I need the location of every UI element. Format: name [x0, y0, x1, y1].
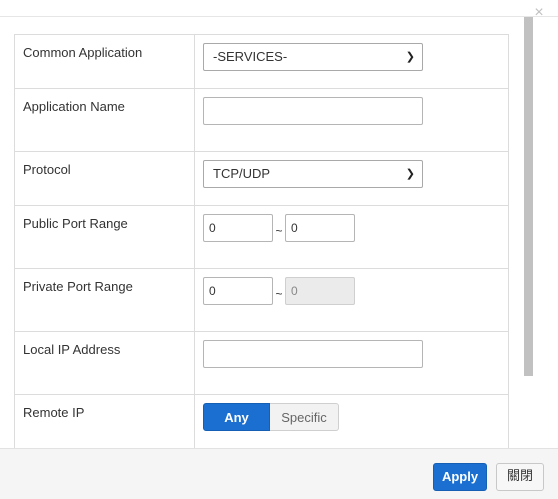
common-application-value: -SERVICES- — [213, 49, 288, 64]
protocol-value: TCP/UDP — [213, 166, 271, 181]
protocol-select[interactable]: TCP/UDP ❯ — [203, 160, 423, 188]
protocol-label: Protocol — [14, 151, 195, 206]
application-name-input[interactable] — [203, 97, 423, 125]
row-public-port-range: Public Port Range ~ — [14, 205, 509, 269]
row-local-ip: Local IP Address — [14, 331, 509, 395]
public-port-from-input[interactable] — [203, 214, 273, 242]
public-port-to-input[interactable] — [285, 214, 355, 242]
common-application-select[interactable]: -SERVICES- ❯ — [203, 43, 423, 71]
row-application-name: Application Name — [14, 88, 509, 152]
row-remote-ip: Remote IP Any Specific — [14, 394, 509, 455]
remote-ip-label: Remote IP — [14, 394, 195, 455]
remote-ip-toggle: Any Specific — [203, 403, 508, 431]
chevron-down-icon: ❯ — [405, 51, 415, 63]
dialog-footer: Apply 關閉 — [0, 448, 558, 499]
application-name-label: Application Name — [14, 88, 195, 152]
row-common-application: Common Application -SERVICES- ❯ — [14, 34, 509, 89]
common-application-label: Common Application — [14, 34, 195, 89]
row-private-port-range: Private Port Range ~ — [14, 268, 509, 332]
apply-button[interactable]: Apply — [433, 463, 487, 491]
public-port-range-label: Public Port Range — [14, 205, 195, 269]
chevron-down-icon: ❯ — [405, 168, 415, 180]
scrollbar-thumb[interactable] — [524, 17, 533, 376]
port-range-separator: ~ — [275, 224, 283, 238]
local-ip-input[interactable] — [203, 340, 423, 368]
rule-form-table: Common Application -SERVICES- ❯ Applicat… — [14, 34, 509, 455]
port-forwarding-dialog: × Common Application -SERVICES- ❯ Applic… — [0, 0, 558, 499]
private-port-from-input[interactable] — [203, 277, 273, 305]
remote-ip-any-button[interactable]: Any — [203, 403, 270, 431]
private-port-to-input — [285, 277, 355, 305]
private-port-range-label: Private Port Range — [14, 268, 195, 332]
close-button[interactable]: 關閉 — [496, 463, 544, 491]
local-ip-label: Local IP Address — [14, 331, 195, 395]
row-protocol: Protocol TCP/UDP ❯ — [14, 151, 509, 206]
remote-ip-specific-button[interactable]: Specific — [270, 403, 339, 431]
port-range-separator: ~ — [275, 287, 283, 301]
